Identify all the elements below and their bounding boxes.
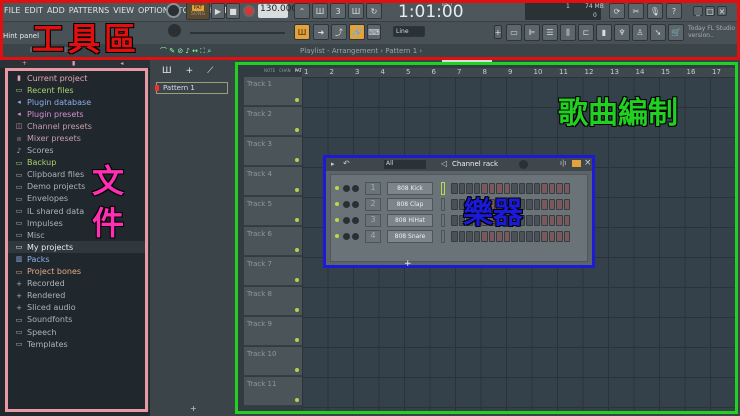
step-button[interactable] [556, 214, 563, 226]
step-button[interactable] [556, 182, 563, 194]
channel-rack-window: ▸ ↶ All ◁ Channel rack ı|ı × 1 808 Kick 2 8… [323, 155, 595, 269]
channel-list: 1 808 Kick 2 808 Clap 3 808 HiHat 4 808 Snare [330, 174, 588, 262]
channel-rack-annotation: 樂器 [463, 196, 523, 231]
pattern-mode-icons[interactable]: Ш+⟋ [162, 66, 227, 76]
channel-rack-title: Channel rack [452, 160, 499, 168]
step-button[interactable] [526, 214, 533, 226]
step-button[interactable] [548, 198, 555, 210]
channel-row: 3 808 HiHat [335, 213, 570, 227]
step-button[interactable] [473, 230, 480, 242]
pattern-marker-icon [155, 85, 159, 91]
step-button[interactable] [533, 230, 540, 242]
step-button[interactable] [548, 230, 555, 242]
mixer-track-number[interactable]: 3 [365, 213, 381, 227]
rack-close-icon[interactable]: × [584, 158, 592, 168]
step-button[interactable] [541, 230, 548, 242]
channel-name-button[interactable]: 808 Kick [387, 181, 433, 195]
toolbar: FILEEDITADDPATTERNSVIEWOPTIONSTOOLSHELP … [0, 0, 740, 62]
channel-led[interactable] [335, 202, 339, 206]
step-button[interactable] [533, 214, 540, 226]
volume-knob[interactable] [352, 200, 359, 208]
step-button[interactable] [541, 182, 548, 194]
volume-knob[interactable] [352, 216, 359, 224]
step-button[interactable] [458, 230, 465, 242]
step-button[interactable] [541, 214, 548, 226]
playlist-annotation: 歌曲編制 [558, 96, 678, 131]
speaker-icon: ◁ [441, 159, 448, 168]
mixer-track-number[interactable]: 4 [365, 229, 381, 243]
channel-led[interactable] [335, 186, 339, 190]
step-button[interactable] [451, 214, 458, 226]
pan-knob[interactable] [343, 200, 350, 208]
step-button[interactable] [563, 198, 570, 210]
step-button[interactable] [556, 230, 563, 242]
channel-select[interactable] [441, 197, 445, 211]
rack-undo-icon[interactable]: ↶ [343, 159, 350, 168]
step-button[interactable] [481, 230, 488, 242]
pan-knob[interactable] [343, 184, 350, 192]
step-button[interactable] [563, 182, 570, 194]
channel-led[interactable] [335, 218, 339, 222]
channel-name-button[interactable]: 808 Snare [387, 229, 433, 243]
step-button[interactable] [451, 198, 458, 210]
volume-knob[interactable] [352, 232, 359, 240]
mixer-track-number[interactable]: 2 [365, 197, 381, 211]
channel-row: 2 808 Clap [335, 197, 570, 211]
step-button[interactable] [563, 230, 570, 242]
browser-annotation: 文件 [92, 162, 125, 242]
channel-select[interactable] [441, 213, 445, 227]
step-view-icon[interactable] [572, 160, 581, 167]
channel-select[interactable] [441, 181, 445, 195]
step-button[interactable] [526, 182, 533, 194]
step-button[interactable] [533, 182, 540, 194]
pattern-picker-panel: Ш+⟋ Pattern 1 + [150, 60, 236, 416]
channel-name-button[interactable]: 808 Clap [387, 197, 433, 211]
channel-filter-select[interactable]: All [384, 160, 426, 169]
pan-knob[interactable] [343, 232, 350, 240]
graph-icon[interactable]: ı|ı [560, 159, 566, 167]
step-button[interactable] [511, 230, 518, 242]
channel-select[interactable] [441, 229, 445, 243]
step-button[interactable] [548, 182, 555, 194]
channel-name-button[interactable]: 808 HiHat [387, 213, 433, 227]
step-button[interactable] [451, 230, 458, 242]
channel-row: 4 808 Snare [335, 229, 570, 243]
step-button[interactable] [526, 198, 533, 210]
step-button[interactable] [563, 214, 570, 226]
step-button[interactable] [496, 230, 503, 242]
add-pattern-bottom[interactable]: + [190, 404, 197, 413]
step-button[interactable] [466, 230, 473, 242]
pan-knob[interactable] [343, 216, 350, 224]
step-button[interactable] [518, 230, 525, 242]
pattern-item[interactable]: Pattern 1 [156, 82, 228, 94]
browser-toolbar: + ▮ ◂ [0, 60, 150, 68]
step-button[interactable] [541, 198, 548, 210]
channel-led[interactable] [335, 234, 339, 238]
channel-rack-header[interactable]: ▸ ↶ All ◁ Channel rack ı|ı × [326, 158, 592, 171]
step-button[interactable] [488, 230, 495, 242]
channel-row: 1 808 Kick [335, 181, 570, 195]
volume-knob[interactable] [352, 184, 359, 192]
step-button[interactable] [548, 214, 555, 226]
step-button[interactable] [503, 230, 510, 242]
step-button[interactable] [526, 230, 533, 242]
step-button[interactable] [556, 198, 563, 210]
swing-knob[interactable] [519, 160, 528, 169]
rack-menu-icon[interactable]: ▸ [331, 160, 335, 168]
step-button[interactable] [533, 198, 540, 210]
step-button[interactable] [451, 182, 458, 194]
mixer-track-number[interactable]: 1 [365, 181, 381, 195]
add-channel-button[interactable]: + [404, 259, 412, 269]
toolbar-annotation: 工具區 [32, 20, 141, 58]
